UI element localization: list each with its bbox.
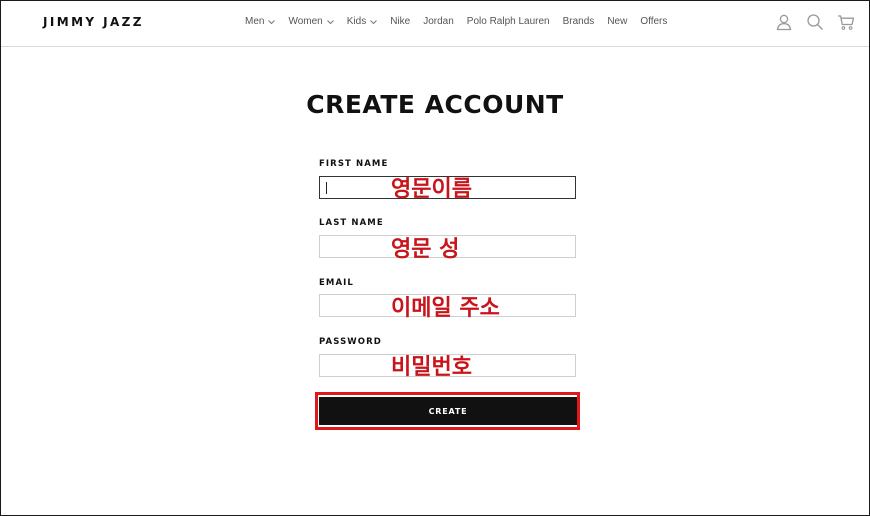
first-name-input[interactable] xyxy=(319,176,576,199)
nav-item-offers[interactable]: Offers xyxy=(640,16,667,27)
nav-item-label: Offers xyxy=(640,16,668,27)
nav-item-label: Men xyxy=(245,16,265,27)
chevron-down-icon xyxy=(370,19,378,25)
text-caret xyxy=(326,182,327,194)
page-title: CREATE ACCOUNT xyxy=(306,90,564,119)
search-icon[interactable] xyxy=(806,13,824,31)
email-input[interactable] xyxy=(319,294,576,317)
nav-item-label: New xyxy=(607,16,628,27)
nav-item-women[interactable]: Women xyxy=(288,16,334,27)
nav-item-brands[interactable]: Brands xyxy=(563,16,595,27)
nav-item-nike[interactable]: Nike xyxy=(390,16,410,27)
nav-item-label: Kids xyxy=(346,16,367,27)
nav-item-label: Women xyxy=(288,16,323,27)
chevron-down-icon xyxy=(326,19,334,25)
browser-page: JIMMY JAZZ Men Women Kids Nike Jordan Po… xyxy=(0,0,870,516)
nav-item-label: Brands xyxy=(562,16,595,27)
nav-item-kids[interactable]: Kids xyxy=(346,16,378,27)
header-icons xyxy=(775,13,855,31)
nav-item-new[interactable]: New xyxy=(607,16,627,27)
nav-item-label: Nike xyxy=(390,16,411,27)
password-label: PASSWORD xyxy=(319,337,382,347)
nav-item-label: Jordan xyxy=(423,16,454,27)
account-icon[interactable] xyxy=(775,13,793,31)
cart-icon[interactable] xyxy=(837,13,855,31)
main-nav: Men Women Kids Nike Jordan Polo Ralph La… xyxy=(245,16,667,27)
last-name-label: LAST NAME xyxy=(319,218,384,228)
nav-item-label: Polo Ralph Lauren xyxy=(466,16,550,27)
create-button-highlight xyxy=(315,392,580,430)
site-header: JIMMY JAZZ Men Women Kids Nike Jordan Po… xyxy=(1,1,869,47)
site-logo[interactable]: JIMMY JAZZ xyxy=(43,15,144,29)
nav-item-polo-ralph-lauren[interactable]: Polo Ralph Lauren xyxy=(467,16,550,27)
chevron-down-icon xyxy=(268,19,276,25)
email-label: EMAIL xyxy=(319,278,354,288)
last-name-input[interactable] xyxy=(319,235,576,258)
nav-item-men[interactable]: Men xyxy=(245,16,276,27)
nav-item-jordan[interactable]: Jordan xyxy=(423,16,454,27)
first-name-label: FIRST NAME xyxy=(319,159,389,169)
password-input[interactable] xyxy=(319,354,576,377)
